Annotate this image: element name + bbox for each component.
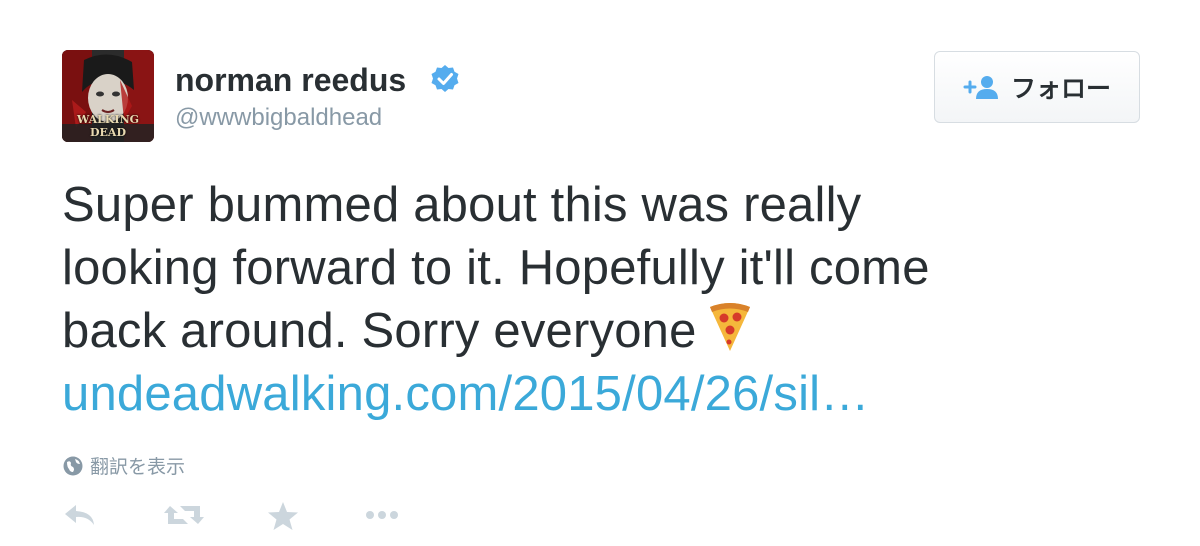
follow-button-label: フォロー <box>1010 74 1111 103</box>
retweet-icon[interactable] <box>162 500 206 530</box>
tweet-text-line-with-emoji: back around. Sorry everyone <box>62 300 1162 363</box>
author-handle[interactable]: @wwwbigbaldhead <box>175 104 382 132</box>
translate-link[interactable]: 翻訳を表示 <box>62 452 185 479</box>
globe-icon <box>63 456 83 475</box>
favorite-icon[interactable] <box>266 500 300 532</box>
author-name[interactable]: norman reedus <box>175 62 406 99</box>
tweet-link-line: undeadwalking.com/2015/04/26/sil… <box>62 363 1162 426</box>
pizza-emoji-icon <box>709 303 750 351</box>
verified-badge-icon <box>431 65 459 92</box>
tweet-card: WALKING DEAD norman reedus @wwwbigbaldhe… <box>0 0 1200 546</box>
avatar-caption: WALKING DEAD <box>76 113 140 139</box>
tweet-text-line: looking forward to it. Hopefully it'll c… <box>62 241 930 295</box>
tweet-text-line: Super bummed about this was really <box>62 178 862 232</box>
tweet-link[interactable]: undeadwalking.com/2015/04/26/sil… <box>62 367 869 421</box>
follow-user-icon <box>963 76 998 99</box>
reply-icon[interactable] <box>62 500 98 530</box>
tweet-text-line: back around. Sorry everyone <box>62 304 697 358</box>
follow-button[interactable]: フォロー <box>934 51 1140 123</box>
avatar[interactable]: WALKING DEAD <box>62 50 154 142</box>
more-icon[interactable] <box>362 500 402 530</box>
tweet-text: Super bummed about this was really looki… <box>62 174 1162 426</box>
translate-label: 翻訳を表示 <box>90 456 186 478</box>
